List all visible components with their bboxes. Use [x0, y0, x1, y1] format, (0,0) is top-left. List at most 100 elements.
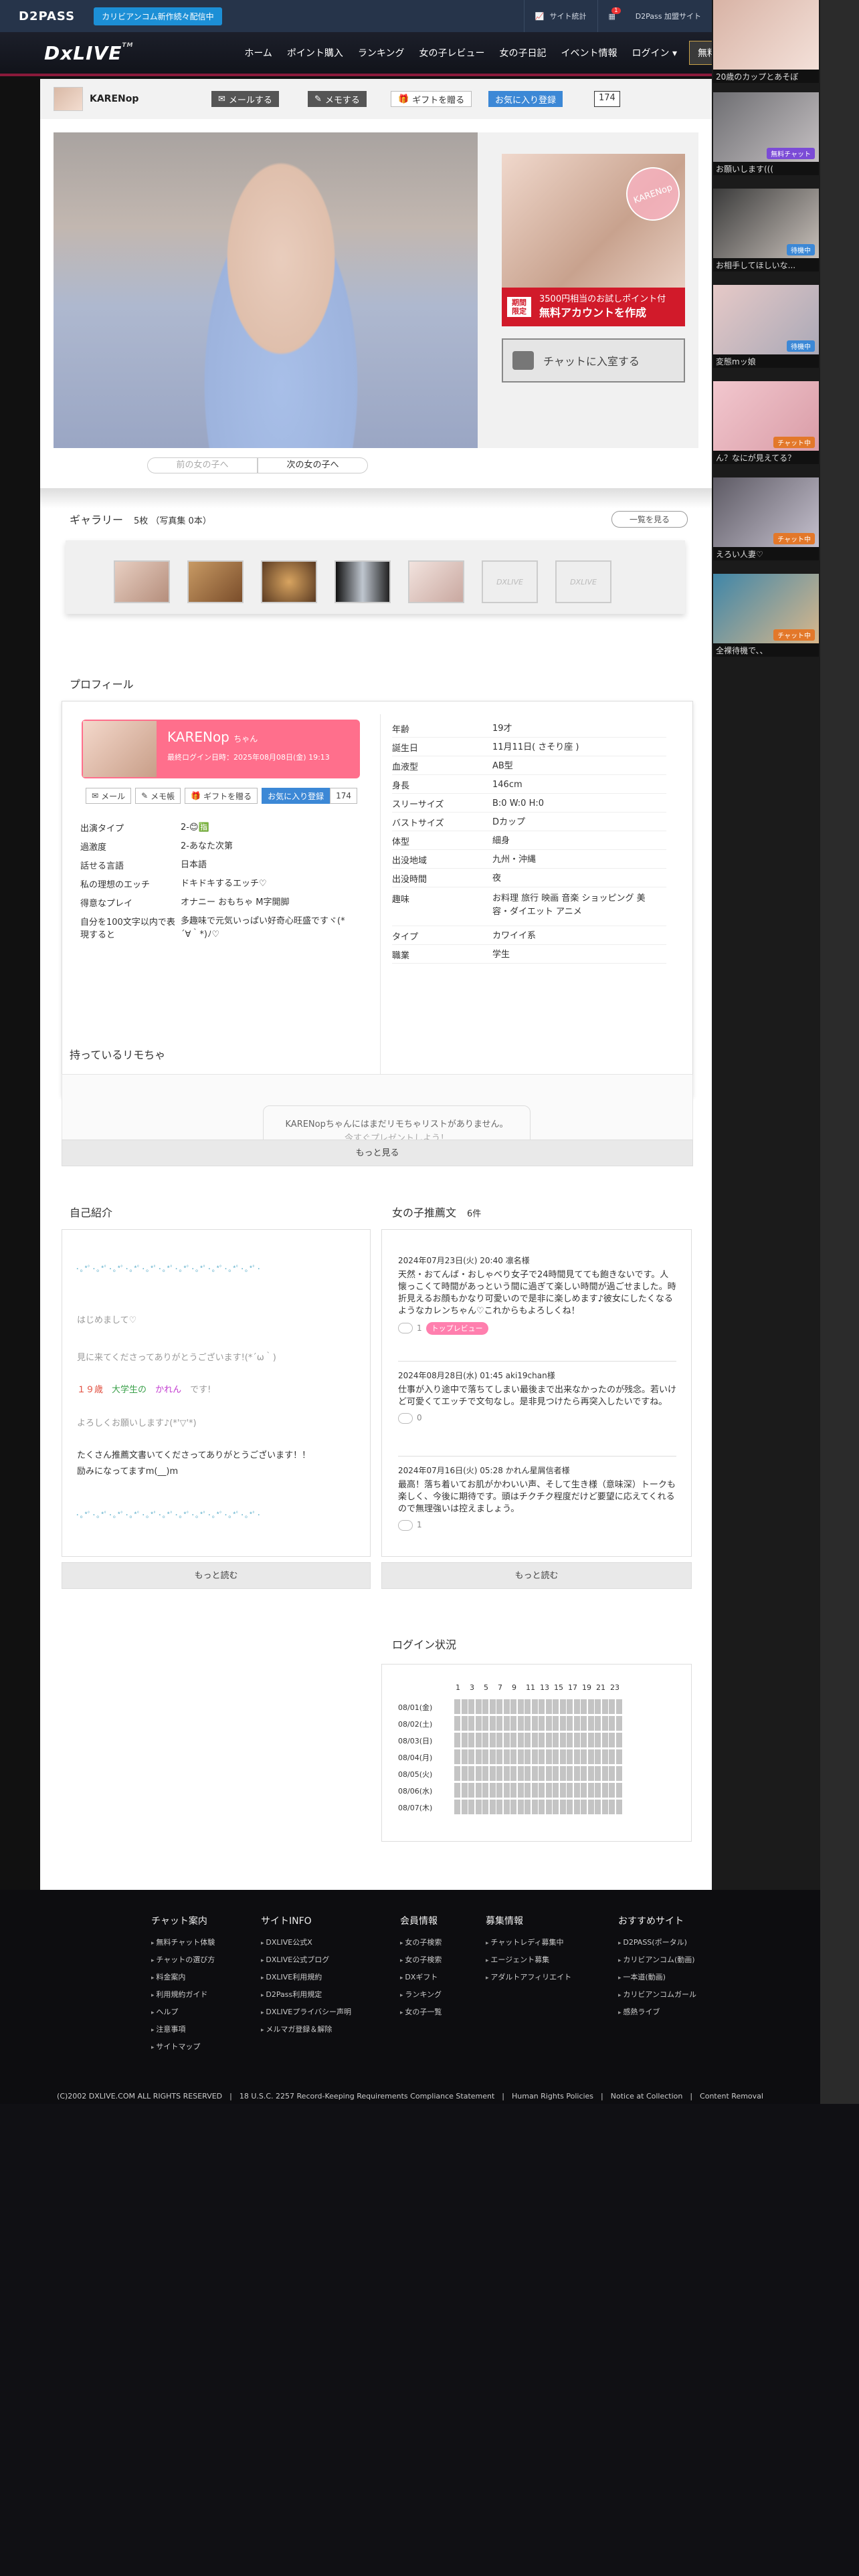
like-icon[interactable] [398, 1519, 413, 1531]
row-divider [392, 737, 666, 738]
login-cell [496, 1800, 502, 1814]
favorite-button[interactable]: お気に入り登録 [488, 91, 563, 107]
footer-heading: おすすめサイト [618, 1916, 684, 1927]
footer-link[interactable]: 女の子検索 [400, 1954, 442, 1965]
footer-link[interactable]: 無料チャット体験 [151, 1937, 215, 1947]
remo-empty-message: KARENopちゃんにはまだリモちゃリストがありません。 今すぐプレゼントしよう！ [263, 1105, 531, 1142]
footer-link[interactable]: DXLIVEプライバシー声明 [261, 2006, 351, 2017]
footer-link[interactable]: カリビアンコムガール [618, 1989, 696, 2000]
footer-link[interactable]: 女の子一覧 [400, 2006, 442, 2017]
login-cell [531, 1800, 538, 1814]
gallery-thumb[interactable] [335, 560, 391, 603]
nav-home[interactable]: ホーム [244, 46, 272, 60]
nav-ranking[interactable]: ランキング [358, 46, 405, 60]
remo-more-button[interactable]: もっと見る [62, 1140, 693, 1166]
footer-link[interactable]: 女の子検索 [400, 1937, 442, 1947]
profile-value: 細身 [492, 836, 510, 846]
rail-girl-thumb[interactable]: 待機中 お相手してほしいな... [713, 189, 819, 272]
profile-memo-button[interactable]: ✎ メモ帳 [135, 788, 181, 804]
login-cell [524, 1749, 531, 1764]
footer-link[interactable]: D2Pass利用規定 [261, 1989, 351, 2000]
gallery-title: ギャラリー 5枚 （写真集 0本） [70, 514, 211, 526]
nav-login[interactable]: ログイン ▾ [632, 46, 677, 60]
promo-banner[interactable]: カリビアンコム新作続々配信中 [94, 7, 222, 25]
profile-mail-button[interactable]: ✉ メール [86, 788, 132, 804]
gallery-thumb[interactable] [261, 560, 317, 603]
rail-girl-thumb[interactable]: チャット中 えろい人妻♡ [713, 477, 819, 560]
footer-link[interactable]: D2PASS(ポータル) [618, 1937, 696, 1947]
login-cell [573, 1783, 580, 1798]
login-status-grid: 1 3 5 7 9 11 13 15 17 19 21 23 08/01(金) 08/02(土) 08/03… [381, 1664, 692, 1842]
login-cell [454, 1749, 460, 1764]
prev-girl-link[interactable]: 前の女の子へ [147, 457, 258, 473]
footer-link[interactable]: ヘルプ [151, 2006, 215, 2017]
send-mail-button[interactable]: ✉ メールする [211, 91, 279, 107]
dxlive-logo[interactable]: DxLIVETM [44, 42, 133, 64]
gallery-thumb[interactable] [114, 560, 170, 603]
rail-girl-thumb[interactable]: 待機中 変態mッ娘 [713, 285, 819, 368]
footer-link[interactable]: カリビアンコム(動画) [618, 1954, 696, 1965]
footer-link[interactable]: 料金案内 [151, 1971, 215, 1982]
rail-girl-thumb[interactable]: 20歳のカップとあそぼ [713, 0, 819, 83]
rec-more-button[interactable]: もっと読む [381, 1562, 692, 1589]
nav-buy-points[interactable]: ポイント購入 [287, 46, 343, 60]
login-cell [524, 1733, 531, 1747]
footer-link[interactable]: DXギフト [400, 1971, 442, 1982]
login-cell [581, 1783, 587, 1798]
rail-girl-thumb[interactable]: 無料チャット お願いします((( [713, 92, 819, 175]
nav-diary[interactable]: 女の子日記 [500, 46, 547, 60]
login-cell [475, 1699, 482, 1714]
avatar[interactable] [54, 87, 83, 111]
footer-link[interactable]: 感熱ライブ [618, 2006, 696, 2017]
next-girl-link[interactable]: 次の女の子へ [258, 457, 368, 473]
gallery-thumb[interactable] [408, 560, 464, 603]
login-cell [510, 1699, 516, 1714]
free-account-banner[interactable]: 期間限定 3500円相当のお試しポイント付 無料アカウントを作成 [502, 288, 685, 326]
footer-link[interactable]: メルマガ登録＆解除 [261, 2024, 351, 2034]
rail-girl-image [713, 477, 819, 556]
nav-reviews[interactable]: 女の子レビュー [419, 46, 485, 60]
nav-events[interactable]: イベント情報 [561, 46, 617, 60]
memo-button[interactable]: ✎ メモする [308, 91, 367, 107]
rail-girl-thumb[interactable]: チャット中 全裸待機で、、 [713, 574, 819, 657]
gallery-more-button[interactable]: 一覧を見る [611, 511, 688, 528]
footer-link[interactable]: DXLIVE公式X [261, 1937, 351, 1947]
footer-link[interactable]: アダルトアフィリエイト [486, 1971, 571, 1982]
footer-link[interactable]: DXLIVE公式ブログ [261, 1954, 351, 1965]
login-cell [482, 1749, 488, 1764]
d2pass-sites-link[interactable]: ▦ 1 D2Pass 加盟サイト [597, 0, 712, 32]
login-cell [517, 1766, 524, 1781]
footer-link[interactable]: 注意事項 [151, 2024, 215, 2034]
like-icon[interactable] [398, 1412, 413, 1424]
login-cell [468, 1766, 474, 1781]
enter-chat-button[interactable]: チャットに入室する [502, 338, 685, 383]
footer-heading: チャット案内 [151, 1916, 207, 1927]
gallery-thumb[interactable] [187, 560, 244, 603]
footer-link[interactable]: チャットレディ募集中 [486, 1937, 571, 1947]
d2pass-logo[interactable]: D2PASS [19, 9, 75, 23]
rec-text: 仕事が入り途中で落ちてしまい最後まで出来なかったのが残念。若いけど可愛くてエッチ… [398, 1384, 677, 1407]
like-icon[interactable] [398, 1323, 413, 1334]
login-cell [539, 1783, 545, 1798]
login-cell [482, 1699, 488, 1714]
profile-gift-button[interactable]: 🎁 ギフトを贈る [185, 788, 258, 804]
login-cell [609, 1800, 615, 1814]
live-video-player[interactable] [54, 132, 478, 448]
intro-more-button[interactable]: もっと読む [62, 1562, 371, 1589]
footer-link[interactable]: サイトマップ [151, 2041, 215, 2052]
footer-link[interactable]: DXLIVE利用規約 [261, 1971, 351, 1982]
footer-link[interactable]: 一本道(動画) [618, 1971, 696, 1982]
rail-girl-thumb[interactable]: チャット中 ん？なにが見えてる？ [713, 381, 819, 464]
footer-link[interactable]: エージェント募集 [486, 1954, 571, 1965]
profile-fav-button[interactable]: お気に入り登録 [262, 788, 330, 804]
rail-girl-caption: お願いします((( [713, 162, 819, 175]
login-cell [531, 1716, 538, 1731]
footer-link[interactable]: 利用規約ガイド [151, 1989, 215, 2000]
footer-bottom-links[interactable]: (C)2002 DXLIVE.COM ALL RIGHTS RESERVED |… [0, 2090, 820, 2101]
footer-link[interactable]: ランキング [400, 1989, 442, 2000]
login-cell [531, 1766, 538, 1781]
site-stats-link[interactable]: 📈 サイト統計 [523, 0, 597, 32]
login-cell [595, 1716, 601, 1731]
gift-button[interactable]: 🎁 ギフトを贈る [391, 91, 472, 107]
footer-link[interactable]: チャットの選び方 [151, 1954, 215, 1965]
